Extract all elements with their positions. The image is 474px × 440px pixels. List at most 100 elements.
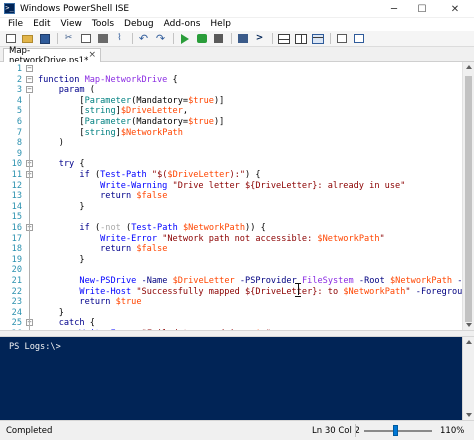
editor-vertical-scrollbar[interactable] bbox=[462, 62, 474, 330]
zoom-level: 110% bbox=[440, 426, 465, 436]
menu-tools[interactable]: Tools bbox=[87, 18, 119, 31]
code-text: function Map-NetworkDrive { bbox=[38, 75, 178, 86]
code-text: try { bbox=[38, 159, 85, 170]
redo-button[interactable]: ↷ bbox=[153, 32, 168, 46]
code-line[interactable]: 17 Write-Error "Network path not accessi… bbox=[0, 234, 474, 245]
menu-edit[interactable]: Edit bbox=[28, 18, 55, 31]
fold-toggle-icon[interactable]: − bbox=[26, 65, 33, 72]
code-line[interactable]: 10− try { bbox=[0, 159, 474, 170]
save-icon bbox=[39, 33, 50, 44]
menu-debug[interactable]: Debug bbox=[119, 18, 159, 31]
menu-view[interactable]: View bbox=[56, 18, 87, 31]
new-remote-tab-button[interactable] bbox=[235, 32, 250, 46]
run-selection-button[interactable] bbox=[194, 32, 209, 46]
toolbar-separator bbox=[272, 33, 273, 44]
code-text: [Parameter(Mandatory=$true)] bbox=[38, 96, 224, 107]
code-token: { bbox=[167, 74, 178, 85]
copy-button[interactable] bbox=[78, 32, 93, 46]
code-token: ( bbox=[84, 85, 95, 96]
show-script-top-button[interactable] bbox=[276, 32, 291, 46]
title-bar: >_ Windows PowerShell ISE ─ ☐ ✕ bbox=[0, 0, 474, 18]
code-line[interactable]: 19 } bbox=[0, 255, 474, 266]
stop-button[interactable] bbox=[211, 32, 226, 46]
fold-toggle-icon[interactable]: − bbox=[26, 86, 33, 94]
code-line[interactable]: 7 [string]$NetworkPath bbox=[0, 128, 474, 139]
show-command-addon-button[interactable] bbox=[351, 32, 366, 46]
scroll-down-icon[interactable] bbox=[466, 413, 472, 417]
code-line[interactable]: 6 [Parameter(Mandatory=$true)] bbox=[0, 117, 474, 128]
code-line[interactable]: 4 [Parameter(Mandatory=$true)] bbox=[0, 96, 474, 107]
run-script-button[interactable] bbox=[177, 32, 192, 46]
toolbar-separator bbox=[231, 33, 232, 44]
code-line[interactable]: 9 bbox=[0, 149, 474, 160]
maximize-button[interactable]: ☐ bbox=[408, 0, 436, 18]
code-line[interactable]: 24 } bbox=[0, 308, 474, 319]
cut-button[interactable]: ✂ bbox=[61, 32, 76, 46]
undo-button[interactable]: ↶ bbox=[136, 32, 151, 46]
minimize-button[interactable]: ─ bbox=[380, 0, 408, 18]
code-line[interactable]: 15 bbox=[0, 212, 474, 223]
code-line[interactable]: 2− function Map-NetworkDrive { bbox=[0, 75, 474, 86]
zoom-slider-thumb[interactable] bbox=[393, 425, 398, 436]
open-button[interactable] bbox=[20, 32, 35, 46]
code-line[interactable]: 1− bbox=[0, 64, 474, 75]
code-token: $DriveLetter bbox=[120, 106, 183, 117]
start-powershell-button[interactable]: > bbox=[252, 32, 267, 46]
clear-console-button[interactable]: ⌇ bbox=[112, 32, 127, 46]
new-script-button[interactable] bbox=[3, 32, 18, 46]
broom-icon: ⌇ bbox=[117, 33, 122, 43]
menu-help[interactable]: Help bbox=[205, 18, 236, 31]
close-tab-icon[interactable]: × bbox=[88, 50, 96, 60]
code-line[interactable]: 20 bbox=[0, 265, 474, 276]
code-line[interactable]: 23 return $true bbox=[0, 297, 474, 308]
code-token: function bbox=[38, 74, 85, 85]
pane-splitter[interactable] bbox=[0, 330, 474, 337]
code-line[interactable]: 16− if (-not (Test-Path $NetworkPath)) { bbox=[0, 223, 474, 234]
menu-add-ons[interactable]: Add-ons bbox=[159, 18, 206, 31]
code-line[interactable]: 14 } bbox=[0, 202, 474, 213]
scroll-up-icon[interactable] bbox=[466, 65, 472, 69]
code-token: $false bbox=[136, 244, 168, 255]
console-prompt: PS Logs:\> bbox=[9, 342, 61, 352]
code-text: return $true bbox=[38, 297, 141, 308]
code-line[interactable]: 5 [string]$DriveLetter, bbox=[0, 106, 474, 117]
code-token: return bbox=[79, 297, 111, 308]
close-button[interactable]: ✕ bbox=[436, 0, 474, 18]
code-line[interactable]: 12 Write-Warning "Drive letter ${DriveLe… bbox=[0, 181, 474, 192]
zoom-slider-track[interactable] bbox=[364, 430, 432, 432]
code-token: "Successfully mapped ${DriveLetter}: to bbox=[136, 286, 344, 297]
script-editor[interactable]: 1−2− function Map-NetworkDrive {3− param … bbox=[0, 62, 474, 381]
code-line[interactable]: 3− param ( bbox=[0, 85, 474, 96]
show-command-window-button[interactable] bbox=[334, 32, 349, 46]
scroll-up-icon[interactable] bbox=[466, 340, 472, 344]
show-script-right-button[interactable] bbox=[293, 32, 308, 46]
scrollbar-thumb[interactable] bbox=[465, 76, 472, 322]
paste-button[interactable] bbox=[95, 32, 110, 46]
powershell-console-icon: > bbox=[255, 33, 264, 43]
play-icon bbox=[180, 33, 189, 44]
menu-file[interactable]: File bbox=[3, 18, 28, 31]
code-line[interactable]: 18 return $false bbox=[0, 244, 474, 255]
save-button[interactable] bbox=[37, 32, 52, 46]
folder-icon bbox=[22, 34, 33, 43]
toolbar-separator bbox=[132, 33, 133, 44]
line-number: 24 bbox=[11, 307, 22, 318]
code-line[interactable]: 13 return $false bbox=[0, 191, 474, 202]
fold-toggle-icon[interactable]: − bbox=[26, 75, 33, 83]
code-line[interactable]: 25− catch { bbox=[0, 318, 474, 329]
console-pane[interactable]: PS Logs:\> bbox=[0, 337, 474, 420]
code-line[interactable]: 22 Write-Host "Successfully mapped ${Dri… bbox=[0, 287, 474, 298]
scroll-down-icon[interactable] bbox=[466, 323, 472, 327]
code-line[interactable]: 8 ) bbox=[0, 138, 474, 149]
layout-maximized-icon bbox=[311, 33, 324, 44]
code-token: New-PSDrive bbox=[79, 276, 137, 286]
script-tab[interactable]: Map-networkDrive.ps1* × bbox=[3, 46, 101, 66]
show-script-maximized-button[interactable] bbox=[310, 32, 325, 46]
code-line[interactable]: 11− if (Test-Path "$($DriveLetter):") { bbox=[0, 170, 474, 181]
code-line[interactable]: 21 New-PSDrive -Name $DriveLetter -PSPro… bbox=[0, 276, 474, 287]
code-token: Test-Path bbox=[100, 170, 147, 180]
line-number: 21 bbox=[11, 276, 22, 286]
console-vertical-scrollbar[interactable] bbox=[462, 337, 474, 420]
command-addon-icon bbox=[353, 34, 364, 43]
